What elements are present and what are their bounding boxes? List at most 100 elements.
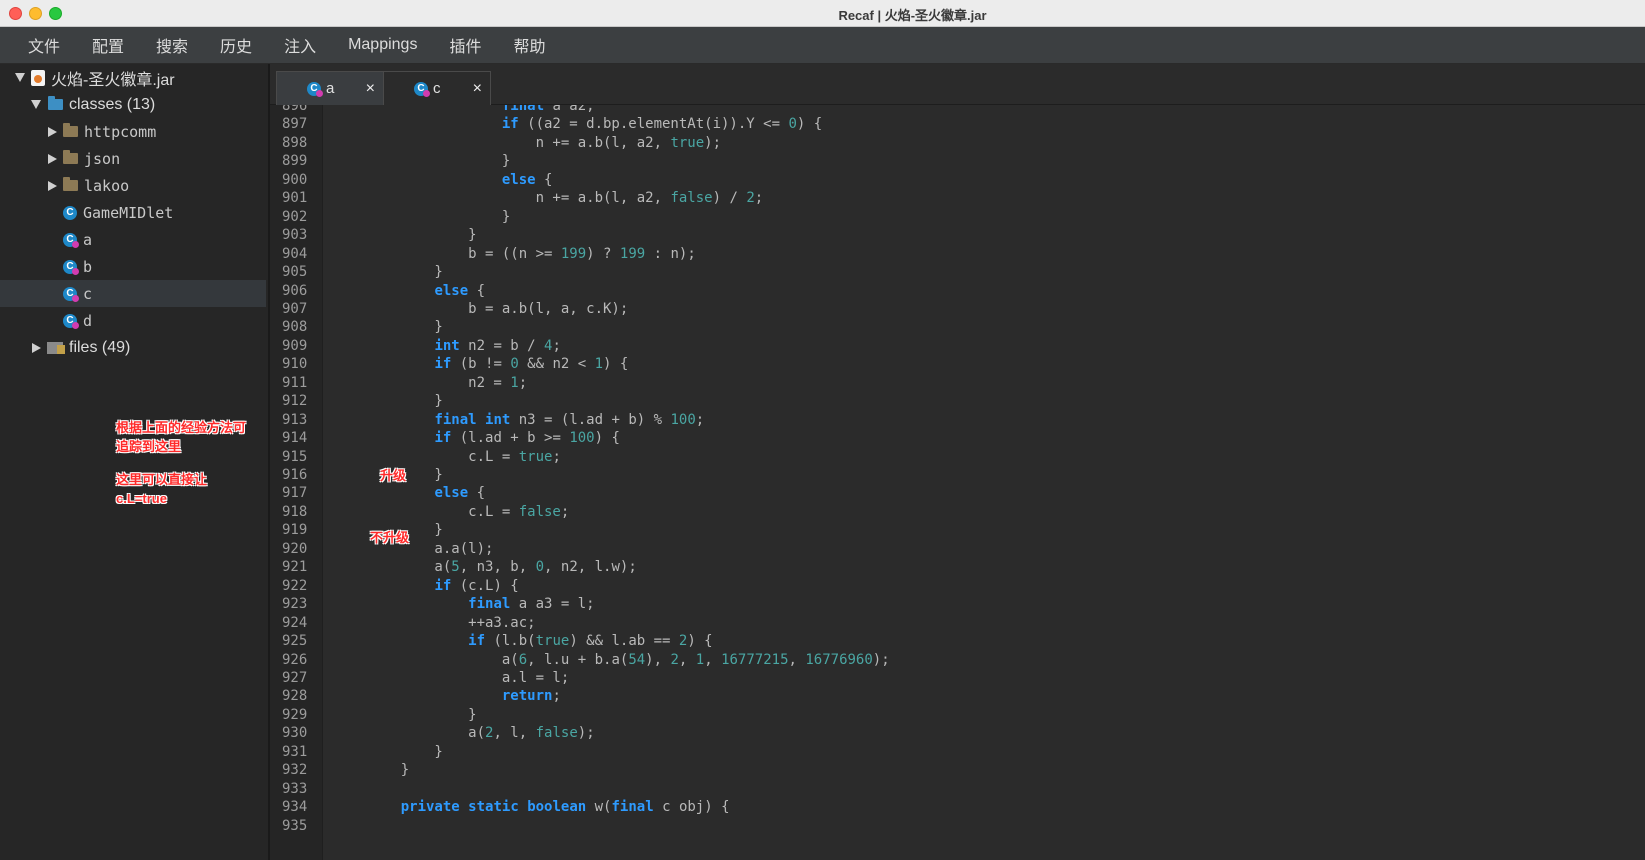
code-line: 905 } — [270, 264, 1645, 283]
code-text: final a a2; — [501, 105, 595, 114]
menu-history[interactable]: 历史 — [208, 33, 268, 57]
menu-plugins[interactable]: 插件 — [437, 33, 497, 57]
tree-folder-lakoo[interactable]: lakoo — [0, 172, 266, 199]
code-text: b = a.b(l, a, c.K); — [367, 300, 629, 317]
tab-a[interactable]: C a × — [276, 71, 384, 105]
code-editor[interactable]: 896 final a a2; 897 if ((a2 = d.bp.elemen… — [270, 105, 1645, 860]
line-number: 935 — [282, 817, 308, 834]
code-text: } — [367, 319, 443, 336]
menu-mappings[interactable]: Mappings — [336, 36, 433, 54]
line-number: 929 — [282, 706, 308, 723]
tree-class-a[interactable]: C a — [0, 226, 266, 253]
menu-config[interactable]: 配置 — [80, 33, 140, 57]
line-number: 896 — [282, 105, 308, 114]
code-text: a(2, l, false); — [367, 725, 595, 742]
line-number: 904 — [282, 245, 308, 262]
folder-icon — [63, 123, 78, 137]
line-number: 909 — [282, 337, 308, 354]
menu-inject[interactable]: 注入 — [272, 33, 332, 57]
code-line: 924 ++a3.ac; — [270, 615, 1645, 634]
code-text: } — [367, 743, 443, 760]
code-line: 930 a(2, l, false); — [270, 725, 1645, 744]
line-number: 911 — [282, 374, 308, 391]
class-icon: C — [307, 81, 323, 97]
code-line: 914 if (l.ad + b >= 100) { — [270, 430, 1645, 449]
jar-icon — [31, 69, 45, 86]
code-line: 923 final a a3 = l; — [270, 596, 1645, 615]
close-icon[interactable]: × — [473, 80, 482, 98]
code-text: } — [367, 393, 443, 410]
tree-class-c[interactable]: C c — [0, 280, 266, 307]
code-line: 931 } — [270, 744, 1645, 763]
tree-class-gamemidlet[interactable]: C GameMIDlet — [0, 199, 266, 226]
line-number: 915 — [282, 448, 308, 465]
line-number: 928 — [282, 688, 308, 705]
collapse-arrow-icon[interactable] — [48, 153, 57, 164]
class-icon: C — [414, 81, 430, 97]
window-title: Recaf | 火焰-圣火徽章.jar — [838, 8, 987, 23]
collapse-arrow-icon[interactable] — [48, 180, 57, 191]
class-icon: C — [63, 259, 79, 275]
folder-icon — [63, 150, 78, 164]
line-number: 901 — [282, 190, 308, 207]
line-number: 902 — [282, 208, 308, 225]
line-number: 908 — [282, 319, 308, 336]
code-text: else { — [501, 171, 553, 188]
menu-search[interactable]: 搜索 — [144, 33, 204, 57]
line-number: 921 — [282, 559, 308, 576]
code-line: 913 final int n3 = (l.ad + b) % 100; — [270, 412, 1645, 431]
code-line: 921 a(5, n3, b, 0, n2, l.w); — [270, 559, 1645, 578]
code-text: a.l = l; — [367, 669, 570, 686]
code-line: 908 } — [270, 319, 1645, 338]
tree-class-label: b — [83, 257, 93, 276]
folder-icon — [63, 177, 78, 191]
tree-classes-folder[interactable]: classes (13) — [0, 91, 266, 118]
menu-file[interactable]: 文件 — [16, 33, 76, 57]
line-number: 910 — [282, 356, 308, 373]
code-text: return; — [501, 688, 561, 705]
code-line: 907 b = a.b(l, a, c.K); — [270, 301, 1645, 320]
tree-class-label: d — [83, 311, 93, 330]
tree-classes-label: classes (13) — [69, 95, 156, 113]
tree-jar-root[interactable]: 火焰-圣火徽章.jar — [0, 64, 266, 91]
line-number: 903 — [282, 227, 308, 244]
tab-c[interactable]: C c × — [383, 71, 491, 105]
annotation-text: 这里可以直接让 — [116, 472, 208, 487]
code-line: 920 a.a(l); — [270, 541, 1645, 560]
code-line: 918 c.L = false; — [270, 504, 1645, 523]
code-line: 900 else { — [270, 172, 1645, 191]
code-text: else { — [434, 485, 486, 502]
menu-help[interactable]: 帮助 — [501, 33, 561, 57]
collapse-arrow-icon[interactable] — [32, 342, 41, 353]
code-text: a(6, l.u + b.a(54), 2, 1, 16777215, 1677… — [367, 651, 890, 668]
tree-files-folder[interactable]: files (49) — [0, 334, 266, 361]
tree-folder-json[interactable]: json — [0, 145, 266, 172]
tree-class-d[interactable]: C d — [0, 307, 266, 334]
code-line: 917 else { — [270, 485, 1645, 504]
tree-class-b[interactable]: C b — [0, 253, 266, 280]
class-icon: C — [63, 232, 79, 248]
code-line: 928 return; — [270, 688, 1645, 707]
line-number: 916 — [282, 467, 308, 483]
code-text: final a a3 = l; — [468, 596, 595, 613]
collapse-arrow-icon[interactable] — [48, 126, 57, 137]
code-line: 903 } — [270, 227, 1645, 246]
tab-label: a — [326, 80, 335, 97]
tree-folder-httpcomm[interactable]: httpcomm — [0, 118, 266, 145]
close-icon[interactable]: × — [366, 80, 375, 98]
line-number: 912 — [282, 393, 308, 410]
code-text: a(5, n3, b, 0, n2, l.w); — [367, 559, 637, 576]
expand-arrow-icon[interactable] — [15, 73, 25, 82]
code-line: 901 n += a.b(l, a2, false) / 2; — [270, 190, 1645, 209]
tree-folder-label: json — [84, 149, 121, 168]
line-number: 907 — [282, 300, 308, 317]
editor-tab-bar: C a × C c × — [270, 64, 1645, 105]
expand-arrow-icon[interactable] — [31, 100, 41, 109]
line-number: 927 — [282, 669, 308, 686]
code-line: 916 } — [270, 467, 1645, 486]
code-line: 932 } — [270, 762, 1645, 781]
code-line: 927 a.l = l; — [270, 670, 1645, 689]
files-icon — [47, 341, 65, 354]
line-number: 913 — [282, 411, 308, 428]
tree-class-label: a — [83, 230, 93, 249]
